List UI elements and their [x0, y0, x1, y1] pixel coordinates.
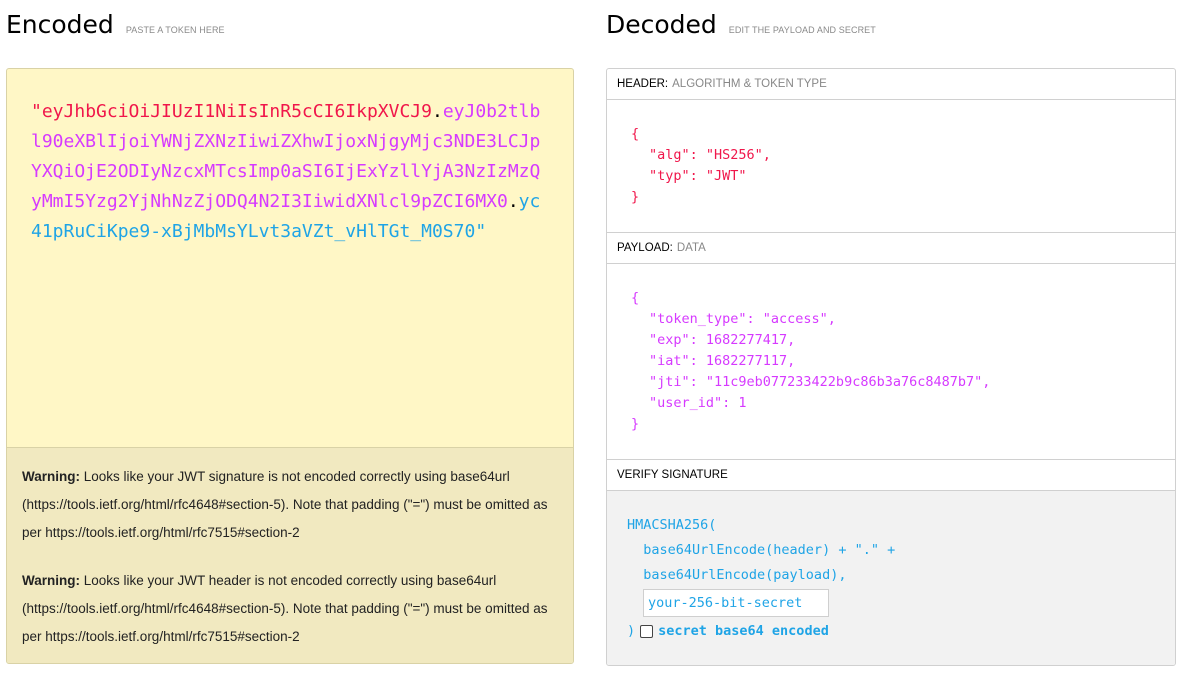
token-quote-close: " [475, 221, 487, 242]
base64-checkbox-row: ) secret base64 encoded [627, 619, 1175, 644]
warning-header: Warning: Looks like your JWT header is n… [22, 567, 559, 651]
json-line: "typ": "JWT" [649, 168, 747, 184]
hmac-function-line: HMACSHA256( [627, 517, 717, 533]
token-dot-1: . [431, 101, 443, 122]
encoded-heading: Encoded PASTE A TOKEN HERE [6, 10, 225, 39]
header-label: HEADER: [617, 78, 669, 90]
warning-label: Warning: [22, 469, 80, 484]
encoded-subtitle: PASTE A TOKEN HERE [125, 25, 225, 35]
token-textarea[interactable]: "eyJhbGciOiJIUzI1NiIsInR5cCI6IkpXVCJ9.ey… [7, 69, 573, 447]
token-quote-open: " [31, 101, 42, 122]
decoded-panel: HEADER: ALGORITHM & TOKEN TYPE { "alg": "… [606, 68, 1176, 666]
warning-label: Warning: [22, 573, 80, 588]
verify-signature-body: HMACSHA256( base64UrlEncode(header) + ".… [607, 491, 1175, 665]
secret-input[interactable] [643, 589, 829, 617]
verify-label: VERIFY SIGNATURE [617, 469, 728, 481]
verify-section-title: VERIFY SIGNATURE [607, 460, 1175, 491]
warning-signature: Warning: Looks like your JWT signature i… [22, 463, 559, 547]
decoded-title: Decoded [606, 10, 717, 39]
hmac-header-line: base64UrlEncode(header) + "." + [627, 542, 896, 558]
warnings-area: Warning: Looks like your JWT signature i… [7, 447, 573, 663]
json-line: "iat": 1682277117, [649, 353, 796, 369]
json-line: } [631, 416, 640, 432]
json-line: { [631, 126, 640, 142]
encoded-panel: "eyJhbGciOiJIUzI1NiIsInR5cCI6IkpXVCJ9.ey… [6, 68, 574, 664]
decoded-heading: Decoded EDIT THE PAYLOAD AND SECRET [606, 10, 876, 39]
encoded-title: Encoded [6, 10, 114, 39]
json-line: "exp": 1682277417, [649, 332, 796, 348]
decoded-subtitle: EDIT THE PAYLOAD AND SECRET [728, 25, 876, 35]
hmac-payload-line: base64UrlEncode(payload), [627, 567, 847, 583]
header-section-title: HEADER: ALGORITHM & TOKEN TYPE [607, 69, 1175, 100]
json-line: "token_type": "access", [649, 311, 836, 327]
warning-text: Looks like your JWT signature is not enc… [22, 469, 548, 540]
payload-sublabel: DATA [676, 242, 706, 254]
json-line: } [631, 189, 640, 205]
token-header-part: eyJhbGciOiJIUzI1NiIsInR5cCI6IkpXVCJ9 [41, 101, 432, 122]
payload-section-title: PAYLOAD: DATA [607, 233, 1175, 264]
base64-checkbox-label[interactable]: secret base64 encoded [658, 619, 829, 644]
header-sublabel: ALGORITHM & TOKEN TYPE [672, 78, 827, 90]
header-json-editor[interactable]: { "alg": "HS256", "typ": "JWT" } [607, 100, 1175, 233]
payload-json-editor[interactable]: { "token_type": "access", "exp": 1682277… [607, 264, 1175, 460]
payload-label: PAYLOAD: [617, 242, 673, 254]
token-dot-2: . [507, 191, 519, 212]
warning-text: Looks like your JWT header is not encode… [22, 573, 548, 644]
json-line: { [631, 290, 640, 306]
close-paren: ) [627, 623, 636, 639]
json-line: "jti": "11c9eb077233422b9c86b3a76c8487b7… [649, 374, 991, 390]
json-line: "alg": "HS256", [649, 147, 771, 163]
base64-checkbox[interactable] [640, 625, 654, 638]
json-line: "user_id": 1 [649, 395, 747, 411]
